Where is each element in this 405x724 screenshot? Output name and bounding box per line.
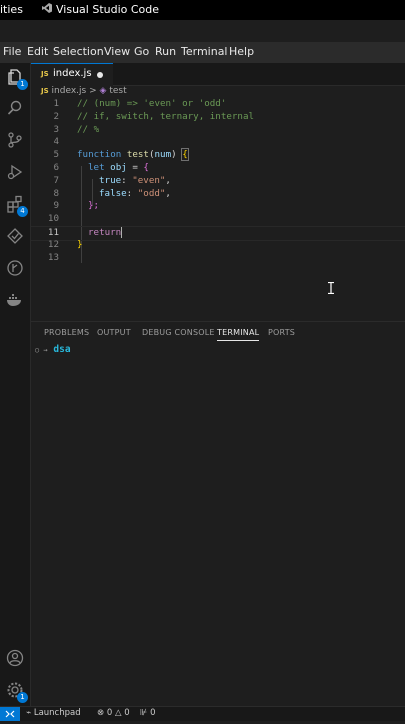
git-graph-icon[interactable] bbox=[6, 259, 24, 277]
code-line: 2 // if, switch, ternary, internal bbox=[53, 110, 255, 122]
tab-index-js[interactable]: JS index.js bbox=[31, 63, 113, 86]
settings-badge: 1 bbox=[17, 692, 28, 703]
breadcrumb-file[interactable]: index.js bbox=[52, 86, 87, 96]
ports-status-item[interactable]: ⊮ 0 bbox=[140, 708, 156, 718]
ports-icon: ⊮ bbox=[140, 708, 148, 718]
code-line: 6 let obj = { bbox=[53, 162, 149, 173]
code-text: }; bbox=[88, 200, 100, 212]
menu-go[interactable]: Go bbox=[134, 45, 149, 58]
launchpad-item[interactable]: ⌁ Launchpad bbox=[26, 708, 81, 718]
text-caret bbox=[121, 227, 123, 238]
menu-edit[interactable]: Edit bbox=[27, 45, 48, 58]
settings-gear-icon[interactable]: 1 bbox=[6, 681, 28, 703]
code-text: return bbox=[88, 227, 123, 238]
warning-icon: △ bbox=[114, 708, 122, 718]
code-text: false: "odd", bbox=[99, 187, 171, 199]
activities-label[interactable]: ities bbox=[0, 3, 23, 16]
mouse-ibeam-cursor-icon bbox=[327, 279, 335, 295]
code-line: 10 bbox=[47, 213, 59, 225]
extensions-badge: 4 bbox=[17, 206, 28, 217]
code-text: function test(num) { bbox=[77, 148, 189, 162]
javascript-file-icon: JS bbox=[41, 87, 49, 95]
tab-output[interactable]: OUTPUT bbox=[97, 328, 131, 337]
code-line: 7 true: "even", bbox=[53, 174, 171, 186]
rocket-icon: ⌁ bbox=[26, 708, 32, 718]
code-editor[interactable]: 1 // (num) => 'even' or 'odd' 2 // if, s… bbox=[31, 98, 405, 268]
tab-label: index.js bbox=[53, 68, 92, 79]
testing-icon[interactable] bbox=[6, 227, 24, 245]
javascript-file-icon: JS bbox=[41, 70, 49, 78]
breadcrumb-symbol[interactable]: test bbox=[109, 86, 126, 96]
code-line: 4 bbox=[53, 136, 59, 148]
comment: // (num) => 'even' or 'odd' bbox=[77, 98, 227, 109]
prompt-directory: dsa bbox=[53, 344, 71, 355]
code-line: 8 false: "odd", bbox=[53, 187, 171, 199]
code-line: 3 // % bbox=[53, 123, 100, 135]
menu-selection[interactable]: Selection bbox=[53, 45, 104, 58]
editor-tab-bar: JS index.js bbox=[31, 63, 405, 86]
explorer-badge: 1 bbox=[17, 79, 28, 90]
app-name: Visual Studio Code bbox=[56, 3, 160, 16]
menu-file[interactable]: File bbox=[3, 45, 21, 58]
prompt-symbol: ○ → bbox=[35, 346, 48, 354]
extensions-icon[interactable]: 4 bbox=[6, 195, 28, 217]
accounts-icon[interactable] bbox=[6, 649, 24, 667]
activity-bar: 1 4 1 bbox=[0, 63, 31, 706]
code-line: 1 // (num) => 'even' or 'odd' bbox=[53, 98, 227, 109]
terminal-prompt[interactable]: ○ → dsa bbox=[35, 344, 71, 355]
menu-run[interactable]: Run bbox=[155, 45, 176, 58]
menu-help[interactable]: Help bbox=[229, 45, 254, 58]
comment: // if, switch, ternary, internal bbox=[77, 110, 255, 122]
comment: // % bbox=[77, 123, 100, 135]
vscode-icon bbox=[42, 3, 52, 16]
run-debug-icon[interactable] bbox=[6, 163, 24, 181]
remote-indicator-button[interactable] bbox=[0, 707, 20, 721]
code-text: } bbox=[77, 238, 83, 250]
tab-terminal[interactable]: TERMINAL bbox=[217, 328, 260, 341]
code-line: 13 bbox=[47, 251, 59, 263]
menu-terminal[interactable]: Terminal bbox=[181, 45, 228, 58]
code-text: let obj = { bbox=[88, 162, 149, 173]
breadcrumb-separator: > bbox=[89, 86, 97, 96]
docker-icon[interactable] bbox=[6, 291, 24, 309]
bottom-panel: PROBLEMS OUTPUT DEBUG CONSOLE TERMINAL P… bbox=[31, 321, 405, 707]
source-control-icon[interactable] bbox=[6, 131, 24, 149]
problems-status-item[interactable]: ⊗ 0 △ 0 bbox=[97, 708, 130, 718]
code-line: 9 }; bbox=[53, 200, 100, 212]
menu-bar: File Edit Selection View Go Run Terminal… bbox=[0, 42, 405, 64]
launchpad-label: Launchpad bbox=[33, 708, 81, 718]
unsaved-dot-icon[interactable] bbox=[97, 72, 103, 78]
tab-ports[interactable]: PORTS bbox=[268, 328, 295, 337]
code-text: true: "even", bbox=[99, 174, 171, 186]
code-line: 5 function test(num) { bbox=[53, 148, 189, 162]
symbol-method-icon: ◈ bbox=[99, 86, 107, 96]
status-bar: ⌁ Launchpad ⊗ 0 △ 0 ⊮ 0 bbox=[0, 706, 405, 721]
error-icon: ⊗ bbox=[97, 708, 105, 718]
menu-view[interactable]: View bbox=[104, 45, 130, 58]
code-line: 12 } bbox=[47, 238, 83, 250]
search-icon[interactable] bbox=[6, 99, 24, 117]
tab-problems[interactable]: PROBLEMS bbox=[44, 328, 89, 337]
system-top-bar: ities Visual Studio Code bbox=[0, 0, 405, 20]
explorer-icon[interactable]: 1 bbox=[6, 68, 28, 90]
tab-debug-console[interactable]: DEBUG CONSOLE bbox=[142, 328, 215, 337]
